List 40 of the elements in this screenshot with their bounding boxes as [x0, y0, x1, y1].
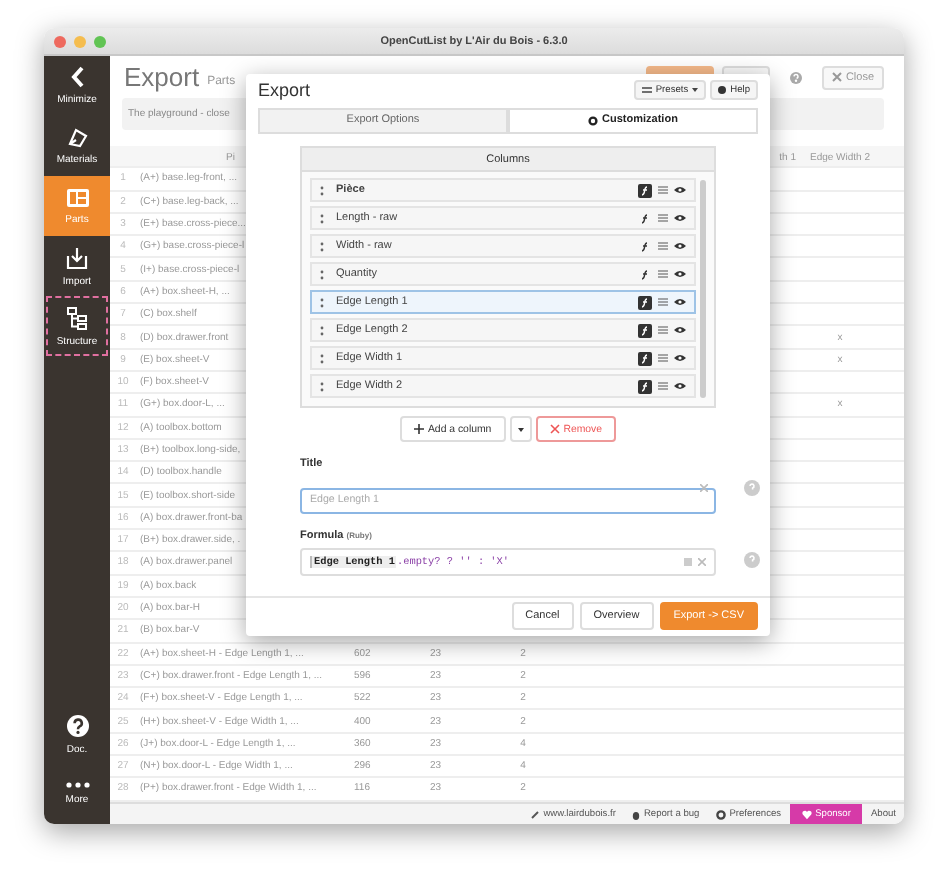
more-icon — [65, 782, 89, 788]
plus-icon — [413, 424, 424, 435]
formula-icon[interactable] — [638, 211, 652, 226]
drag-handle-icon[interactable] — [320, 381, 324, 392]
eye-icon[interactable] — [674, 354, 686, 363]
chevron-left-icon — [69, 66, 85, 88]
eye-icon[interactable] — [674, 298, 686, 307]
close-icon — [549, 424, 560, 435]
eye-icon[interactable] — [674, 326, 686, 335]
drag-handle-icon[interactable] — [320, 269, 324, 280]
formula-icon[interactable] — [638, 351, 652, 366]
scrollbar[interactable] — [700, 180, 706, 399]
formula-icon[interactable] — [638, 183, 652, 198]
caret-icon — [517, 427, 524, 432]
drag-handle-icon[interactable] — [320, 297, 324, 308]
list-icon — [641, 86, 652, 95]
panel-icon — [65, 187, 89, 207]
import-icon — [66, 245, 88, 269]
formula-icon[interactable] — [638, 295, 652, 310]
drag-handle-icon[interactable] — [320, 325, 324, 336]
formula-icon[interactable] — [638, 239, 652, 254]
drag-handle-icon[interactable] — [320, 213, 324, 224]
eye-icon[interactable] — [674, 270, 686, 279]
formula-icon[interactable] — [638, 267, 652, 282]
eye-icon[interactable] — [674, 242, 686, 251]
dialog-title: Export — [258, 80, 311, 101]
swatch-icon — [66, 126, 88, 148]
heart-icon — [801, 810, 812, 821]
page-title: Export — [124, 62, 200, 92]
formula-icon[interactable] — [638, 323, 652, 338]
drag-handle-icon[interactable] — [320, 241, 324, 252]
close-icon — [831, 72, 842, 82]
drag-handle-icon[interactable] — [320, 353, 324, 364]
eye-icon[interactable] — [674, 186, 686, 195]
eye-icon[interactable] — [674, 214, 686, 223]
drag-handle-icon[interactable] — [320, 185, 324, 196]
formula-icon[interactable] — [638, 379, 652, 394]
tree-icon — [66, 305, 88, 329]
eye-icon[interactable] — [674, 382, 686, 391]
close-light[interactable] — [54, 35, 66, 47]
